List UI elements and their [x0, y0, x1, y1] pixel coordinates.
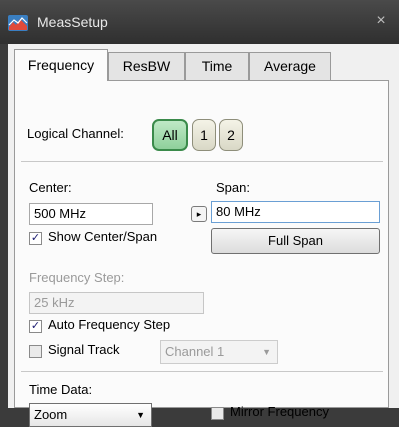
close-icon[interactable]: ×: [373, 12, 389, 30]
app-icon: [8, 15, 28, 31]
channel-select: Channel 1 ▼: [160, 340, 278, 364]
title-bar: MeasSetup ×: [0, 0, 399, 44]
show-center-span-checkbox[interactable]: ✓: [29, 232, 42, 245]
center-input[interactable]: 500 MHz: [29, 203, 153, 225]
time-data-select[interactable]: Zoom ▼: [29, 403, 152, 427]
signal-track-label[interactable]: Signal Track: [48, 342, 120, 357]
frequency-step-input: 25 kHz: [29, 292, 204, 314]
chevron-down-icon: ▼: [136, 410, 145, 420]
tab-time[interactable]: Time: [185, 52, 249, 80]
channel-2-button[interactable]: 2: [219, 119, 243, 151]
center-step-button[interactable]: ▸: [191, 206, 207, 222]
time-data-label: Time Data:: [29, 382, 93, 397]
logical-channel-label: Logical Channel:: [27, 126, 124, 141]
frequency-panel: Logical Channel: All 1 2 Center: 500 MHz…: [14, 80, 389, 427]
frequency-step-label: Frequency Step:: [29, 270, 125, 285]
tab-resbw[interactable]: ResBW: [108, 52, 185, 80]
span-label: Span:: [216, 180, 250, 195]
window-title: MeasSetup: [37, 14, 108, 30]
show-center-span-label[interactable]: Show Center/Span: [48, 229, 157, 244]
separator: [21, 371, 383, 372]
signal-track-checkbox[interactable]: [29, 345, 42, 358]
time-data-value: Zoom: [34, 407, 68, 422]
chevron-down-icon: ▼: [262, 347, 271, 357]
tab-average[interactable]: Average: [249, 52, 331, 80]
channel-select-value: Channel 1: [165, 344, 225, 359]
tab-frequency[interactable]: Frequency: [14, 49, 108, 81]
mirror-frequency-label[interactable]: Mirror Frequency: [230, 404, 329, 419]
full-span-button[interactable]: Full Span: [211, 228, 380, 254]
auto-frequency-step-checkbox[interactable]: ✓: [29, 320, 42, 333]
channel-all-button[interactable]: All: [152, 119, 188, 151]
center-label: Center:: [29, 180, 72, 195]
dialog-body: Frequency ResBW Time Average Logical Cha…: [8, 44, 399, 427]
auto-frequency-step-label[interactable]: Auto Frequency Step: [48, 317, 170, 332]
span-input[interactable]: 80 MHz: [211, 201, 380, 223]
separator: [21, 161, 383, 162]
mirror-frequency-checkbox[interactable]: [211, 407, 224, 420]
channel-1-button[interactable]: 1: [192, 119, 216, 151]
